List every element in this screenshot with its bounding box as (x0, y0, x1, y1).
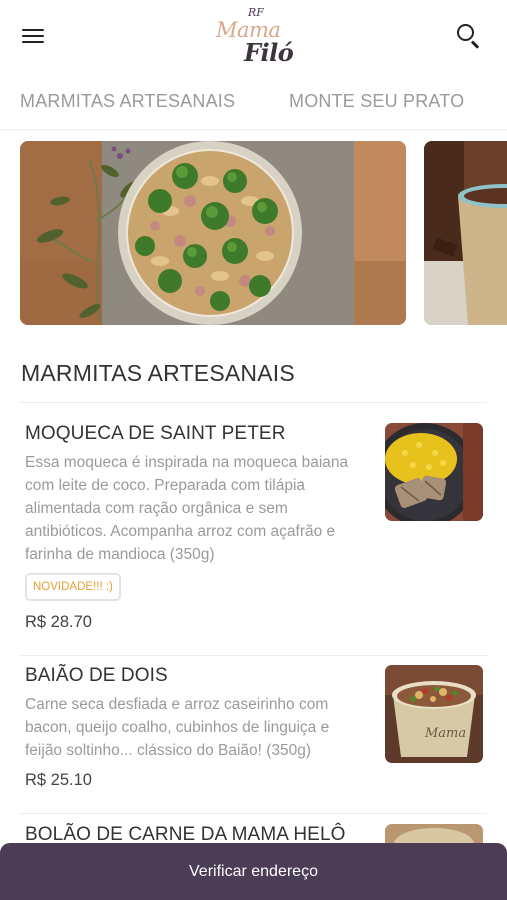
product-badge: NOVIDADE!!! :) (25, 573, 121, 601)
banner-dessert-illustration (424, 141, 507, 325)
menu-line (22, 29, 44, 31)
search-icon[interactable] (457, 24, 483, 50)
hamburger-menu-icon[interactable] (22, 26, 48, 46)
moqueca-dish-illustration (385, 423, 483, 521)
product-image: Mama (385, 665, 483, 763)
product-name: MOQUECA DE SAINT PETER (25, 423, 286, 444)
product-card[interactable]: BAIÃO DE DOIS Carne seca desfiada e arro… (20, 665, 487, 805)
banner-pasta-broccoli-image[interactable] (20, 141, 406, 325)
section-title: MARMITAS ARTESANAIS (21, 360, 295, 386)
product-image (385, 423, 483, 521)
brand-logo[interactable]: RF Mama Filó (214, 4, 294, 70)
product-description: Essa moqueca é inspirada na moqueca baia… (25, 454, 349, 563)
baiao-dish-illustration: Mama (385, 665, 483, 763)
banner-pasta-broccoli-illustration (20, 141, 406, 325)
tab-monte-seu-prato[interactable]: MONTE SEU PRATO (289, 91, 464, 112)
product-name: BAIÃO DE DOIS (25, 665, 168, 686)
search-icon-handle (471, 40, 480, 49)
section-divider (20, 402, 487, 403)
product-price: R$ 28.70 (25, 613, 92, 631)
app-root: RF Mama Filó MARMITAS ARTESANAIS MONTE S… (0, 0, 507, 900)
menu-line (22, 35, 44, 37)
product-divider (20, 813, 487, 814)
category-tabs: MARMITAS ARTESANAIS MONTE SEU PRATO (0, 76, 507, 130)
app-header: RF Mama Filó (0, 0, 507, 76)
product-description: Carne seca desfiada e arroz caseirinho c… (25, 696, 330, 759)
banner-dessert-image[interactable] (424, 141, 507, 325)
search-icon-ring (457, 24, 474, 41)
menu-line (22, 41, 44, 43)
banner-carousel[interactable] (0, 141, 507, 325)
verify-address-button[interactable]: Verificar endereço (0, 843, 507, 900)
tab-marmitas-artesanais[interactable]: MARMITAS ARTESANAIS (20, 91, 235, 112)
product-price: R$ 25.10 (25, 771, 92, 789)
product-card[interactable]: MOQUECA DE SAINT PETER Essa moqueca é in… (20, 423, 487, 653)
logo-filo-text: Filó (244, 38, 294, 67)
svg-text:Mama: Mama (424, 726, 466, 741)
product-divider (20, 655, 487, 656)
